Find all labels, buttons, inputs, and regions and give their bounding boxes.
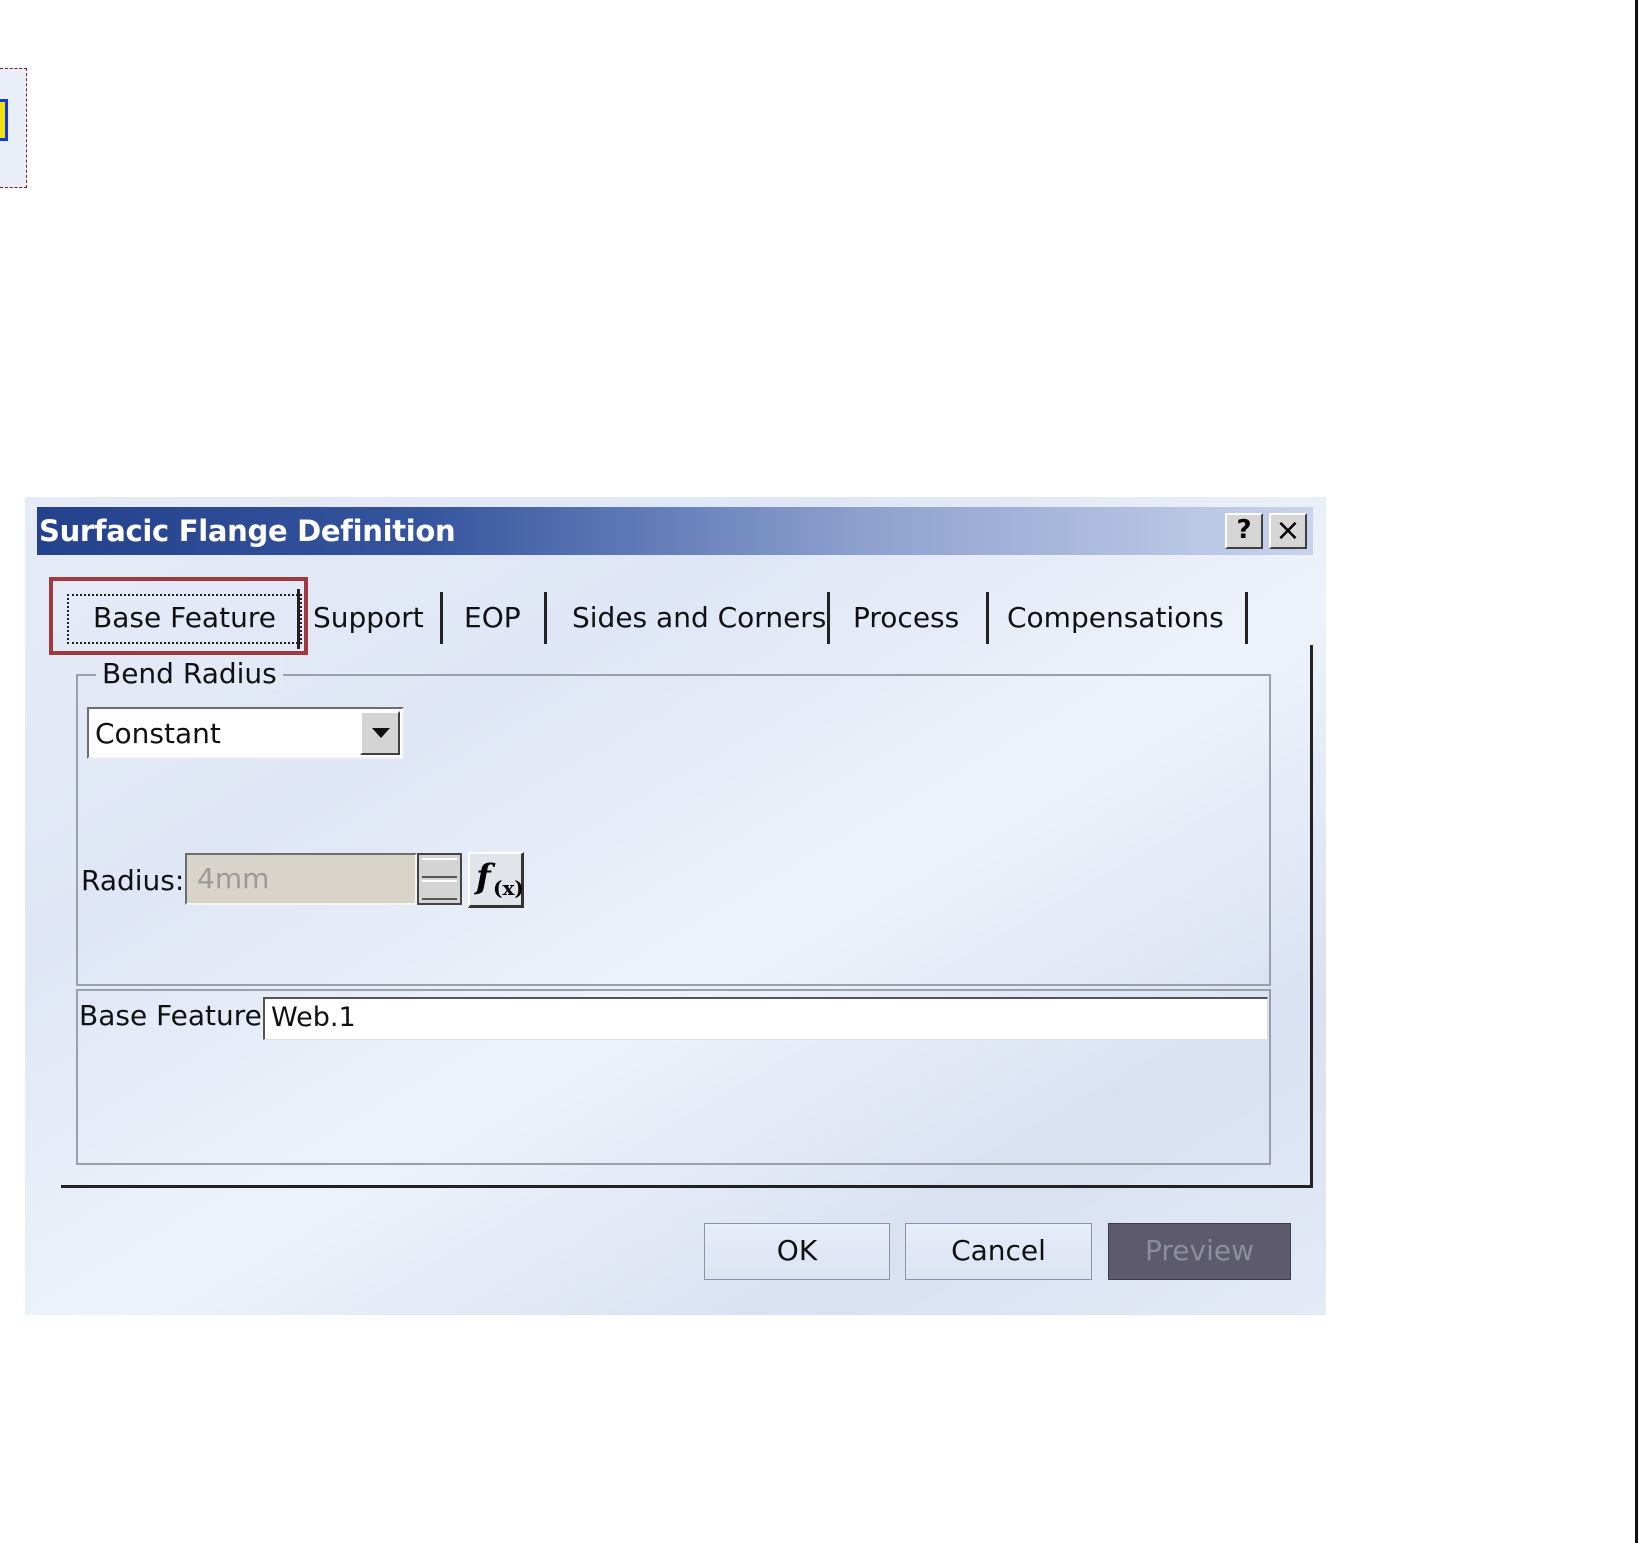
tab-base-feature[interactable]: Base Feature: [67, 594, 302, 644]
surfacic-flange-dialog: Surfacic Flange Definition ? × Base Feat…: [25, 497, 1326, 1315]
spin-up-icon[interactable]: [422, 858, 457, 878]
ok-button[interactable]: OK: [704, 1223, 890, 1280]
tab-support[interactable]: Support: [301, 590, 443, 645]
tab-support-label: Support: [313, 601, 424, 634]
formula-button[interactable]: f (x): [468, 852, 524, 908]
base-feature-field[interactable]: Web.1: [263, 997, 1268, 1040]
dialog-title: Surfacic Flange Definition: [39, 514, 456, 548]
bend-radius-mode-value: Constant: [95, 717, 221, 750]
help-button[interactable]: ?: [1225, 513, 1263, 549]
chevron-down-icon: [372, 728, 390, 738]
radius-label: Radius:: [81, 864, 185, 897]
dropdown-arrow-button[interactable]: [360, 711, 400, 755]
spin-down-icon[interactable]: [422, 880, 457, 900]
bend-radius-mode-select[interactable]: Constant: [87, 707, 404, 759]
radius-field[interactable]: 4mm: [185, 853, 417, 905]
preview-button[interactable]: Preview: [1108, 1223, 1291, 1280]
formula-icon: f: [476, 857, 491, 897]
formula-icon-suffix: (x): [493, 876, 524, 900]
cancel-button[interactable]: Cancel: [905, 1223, 1092, 1280]
tab-eop-label: EOP: [464, 601, 521, 634]
tab-divider: [1245, 592, 1248, 644]
tab-process-label: Process: [853, 601, 960, 634]
close-button[interactable]: ×: [1269, 513, 1307, 549]
base-feature-label: Base Feature:: [79, 999, 272, 1032]
tab-compensations-label: Compensations: [1007, 601, 1224, 634]
cropped-icon-fragment: [0, 99, 8, 141]
bend-radius-group-label: Bend Radius: [96, 657, 283, 690]
tab-eop[interactable]: EOP: [443, 590, 547, 645]
tab-sides-and-corners-label: Sides and Corners: [572, 601, 827, 634]
tab-sides-and-corners[interactable]: Sides and Corners: [547, 590, 830, 645]
radius-spinner[interactable]: [417, 853, 462, 905]
dialog-titlebar[interactable]: Surfacic Flange Definition ? ×: [37, 507, 1313, 555]
page-edge-rule: [1635, 0, 1638, 1543]
tab-divider: [297, 589, 300, 649]
page: Surfacic Flange Definition ? × Base Feat…: [0, 0, 1641, 1543]
tab-process[interactable]: Process: [830, 590, 989, 645]
tab-compensations[interactable]: Compensations: [989, 590, 1248, 645]
cropped-selection-fragment: [0, 68, 27, 188]
